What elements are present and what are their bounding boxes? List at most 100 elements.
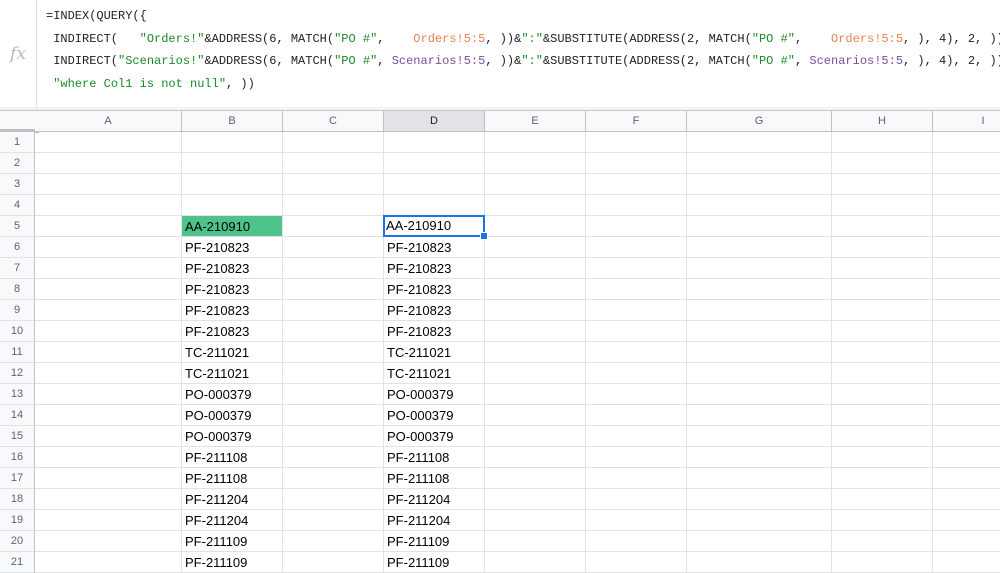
row-header-19[interactable]: 19 [0,510,35,531]
column-header-h[interactable]: H [832,111,933,132]
select-all-corner[interactable] [0,111,39,133]
gridline [585,132,586,573]
cell-d19[interactable]: PF-211204 [384,510,484,530]
cell-b9[interactable]: PF-210823 [182,300,282,320]
cell-b21[interactable]: PF-211109 [182,552,282,572]
column-header-i[interactable]: I [933,111,1000,132]
cell-d21[interactable]: PF-211109 [384,552,484,572]
cell-d6[interactable]: PF-210823 [384,237,484,257]
cell-b7[interactable]: PF-210823 [182,258,282,278]
cell-b8[interactable]: PF-210823 [182,279,282,299]
cell-d7[interactable]: PF-210823 [384,258,484,278]
cell-d5[interactable]: AA-210910 [383,215,485,237]
cell-b10[interactable]: PF-210823 [182,321,282,341]
cell-b4[interactable] [182,195,282,215]
cell-d4[interactable] [384,195,484,215]
cell-b13[interactable]: PO-000379 [182,384,282,404]
formula-line-1: =INDEX(QUERY({ [46,9,147,23]
cell-d15[interactable]: PO-000379 [384,426,484,446]
row-header-1[interactable]: 1 [0,132,35,153]
gridline [686,132,687,573]
cell-d8[interactable]: PF-210823 [384,279,484,299]
cell-d18[interactable]: PF-211204 [384,489,484,509]
row-header-5[interactable]: 5 [0,216,35,237]
gridline [831,132,832,573]
gridline [282,132,283,573]
column-header-a[interactable]: A [35,111,182,132]
row-header-10[interactable]: 10 [0,321,35,342]
cell-b16[interactable]: PF-211108 [182,447,282,467]
gridline [35,530,1000,531]
cell-d3[interactable] [384,174,484,194]
cell-b6[interactable]: PF-210823 [182,237,282,257]
row-header-17[interactable]: 17 [0,468,35,489]
cell-d16[interactable]: PF-211108 [384,447,484,467]
fx-icon: fx [0,0,37,107]
cell-b11[interactable]: TC-211021 [182,342,282,362]
gridline [35,551,1000,552]
gridline [35,488,1000,489]
formula-line-4: "where Col1 is not null", )) [53,77,255,92]
cell-b3[interactable] [182,174,282,194]
cell-grid[interactable]: AA-210910 AA-210910 PF-210823 PF-210823 PF-2… [35,132,1000,573]
column-header-g[interactable]: G [687,111,832,132]
row-header-8[interactable]: 8 [0,279,35,300]
gridline [35,341,1000,342]
cell-b19[interactable]: PF-211204 [182,510,282,530]
formula-bar[interactable]: fx =INDEX(QUERY({ INDIRECT( "Orders!"&AD… [0,0,1000,108]
row-header-7[interactable]: 7 [0,258,35,279]
column-header-e[interactable]: E [485,111,586,132]
row-header-21[interactable]: 21 [0,552,35,573]
gridline [35,236,1000,237]
cell-b1[interactable] [182,132,282,152]
cell-b12[interactable]: TC-211021 [182,363,282,383]
cell-d14[interactable]: PO-000379 [384,405,484,425]
column-header-c[interactable]: C [283,111,384,132]
cell-d11[interactable]: TC-211021 [384,342,484,362]
gridline [932,132,933,573]
cell-b5[interactable]: AA-210910 [182,216,282,236]
cell-b14[interactable]: PO-000379 [182,405,282,425]
cell-b2[interactable] [182,153,282,173]
gridline [35,194,1000,195]
row-header-4[interactable]: 4 [0,195,35,216]
gridline [35,509,1000,510]
gridline [35,446,1000,447]
formula-line-2: INDIRECT( "Orders!"&ADDRESS(6, MATCH("PO… [46,31,1000,46]
formula-input[interactable]: =INDEX(QUERY({ INDIRECT( "Orders!"&ADDRE… [46,9,1000,100]
cell-d9[interactable]: PF-210823 [384,300,484,320]
row-header-13[interactable]: 13 [0,384,35,405]
cell-d13[interactable]: PO-000379 [384,384,484,404]
gridline [35,383,1000,384]
row-header-6[interactable]: 6 [0,237,35,258]
gridline [35,278,1000,279]
row-header-3[interactable]: 3 [0,174,35,195]
row-header-15[interactable]: 15 [0,426,35,447]
cell-d10[interactable]: PF-210823 [384,321,484,341]
cell-b17[interactable]: PF-211108 [182,468,282,488]
column-header-d[interactable]: D [384,111,485,132]
column-header-b[interactable]: B [182,111,283,132]
gridline [484,132,485,573]
cell-d20[interactable]: PF-211109 [384,531,484,551]
cell-d1[interactable] [384,132,484,152]
row-header-14[interactable]: 14 [0,405,35,426]
gridline [35,404,1000,405]
column-header-f[interactable]: F [586,111,687,132]
gridline [35,362,1000,363]
cell-b20[interactable]: PF-211109 [182,531,282,551]
row-header-11[interactable]: 11 [0,342,35,363]
gridline [35,299,1000,300]
cell-d17[interactable]: PF-211108 [384,468,484,488]
gridline [35,425,1000,426]
row-header-18[interactable]: 18 [0,489,35,510]
row-header-2[interactable]: 2 [0,153,35,174]
row-header-16[interactable]: 16 [0,447,35,468]
cell-b18[interactable]: PF-211204 [182,489,282,509]
cell-d12[interactable]: TC-211021 [384,363,484,383]
cell-b15[interactable]: PO-000379 [182,426,282,446]
cell-d2[interactable] [384,153,484,173]
row-header-20[interactable]: 20 [0,531,35,552]
row-header-12[interactable]: 12 [0,363,35,384]
row-header-9[interactable]: 9 [0,300,35,321]
